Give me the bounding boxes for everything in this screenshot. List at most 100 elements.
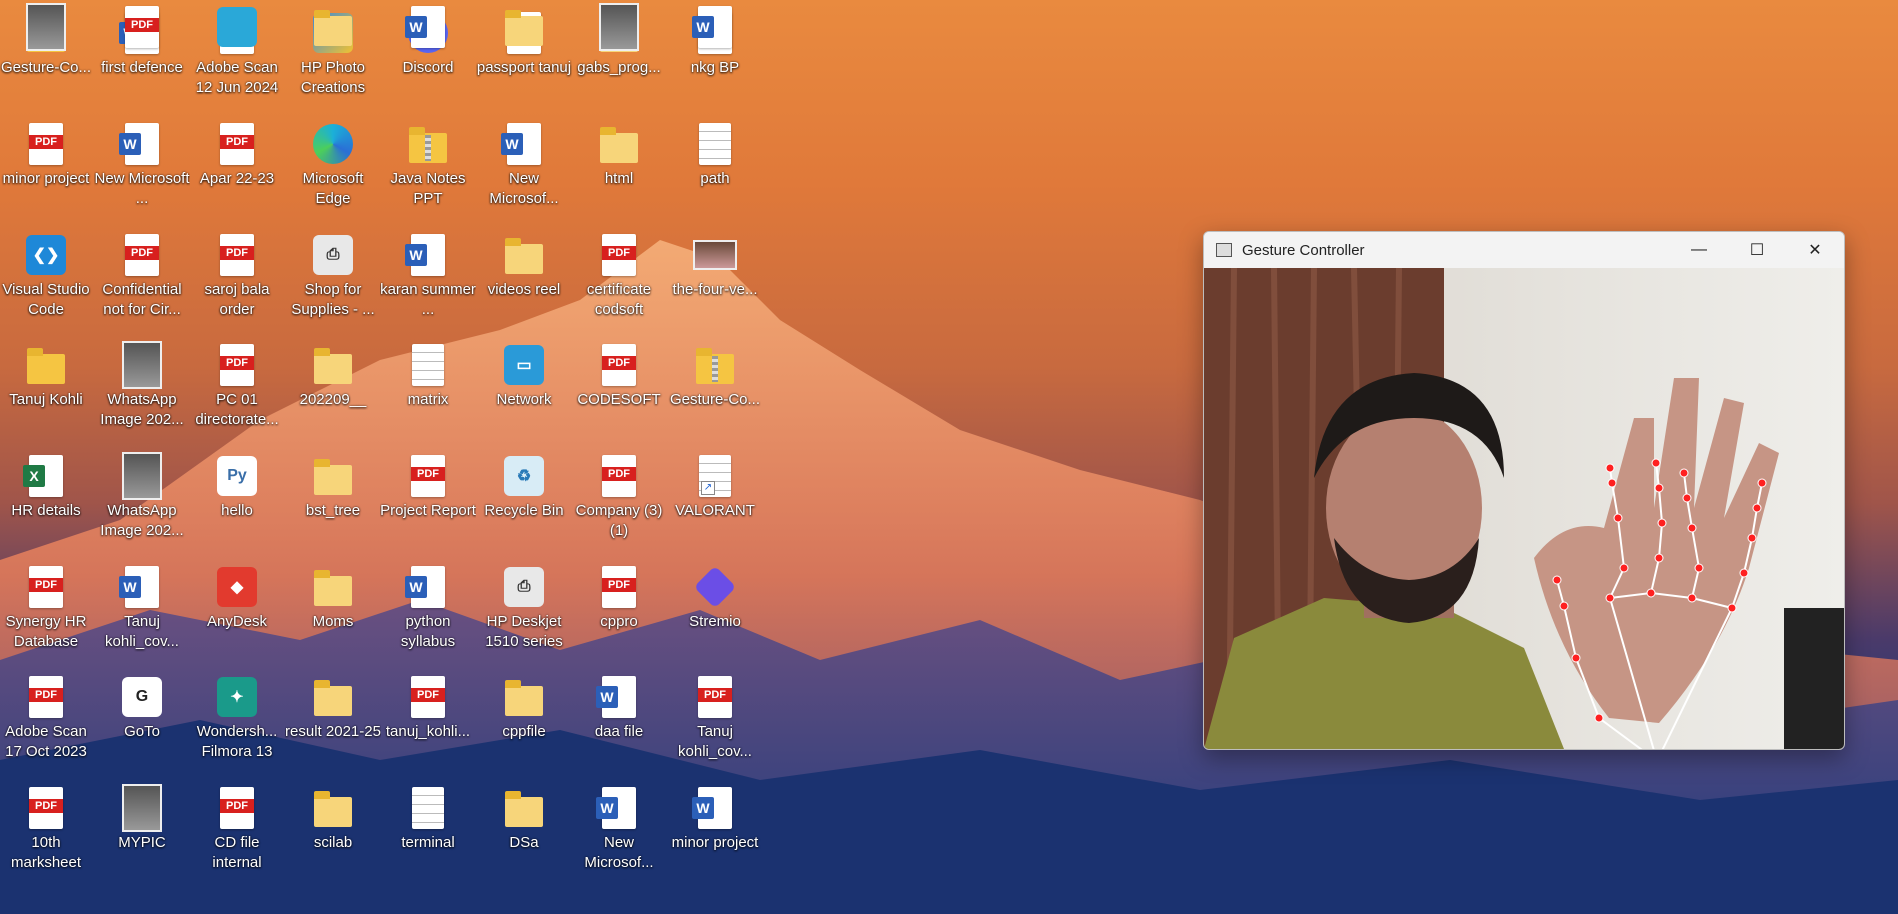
- desktop-icon-result-2021-25[interactable]: result 2021-25: [285, 670, 381, 776]
- desktop-icon-label: GoTo: [124, 723, 160, 740]
- desktop-icon-stremio[interactable]: Stremio: [669, 560, 761, 666]
- desktop-icon-pc-01-directorate[interactable]: PDF PC 01 directorate...: [191, 338, 283, 444]
- word-document-icon: W: [119, 564, 165, 610]
- desktop-icon-tanuj-kohli-cov[interactable]: W Tanuj kohli_cov...: [96, 560, 188, 666]
- hand-landmark-point: [1651, 458, 1661, 468]
- desktop-icon-microsoft-edge[interactable]: Microsoft Edge: [287, 117, 379, 223]
- desktop-icon-visual-studio-code[interactable]: ❮❯ Visual Studio Code: [0, 228, 92, 334]
- folder-icon: [501, 785, 547, 831]
- desktop-icon-saroj-bala-order[interactable]: PDF saroj bala order: [191, 228, 283, 334]
- desktop-icon-gesture-co[interactable]: Gesture-Co...: [669, 338, 761, 444]
- desktop-icon-anydesk[interactable]: ◆ AnyDesk: [191, 560, 283, 666]
- desktop-icon-certificate-codsoft[interactable]: PDF certificate codsoft: [573, 228, 665, 334]
- desktop-icon-videos-reel[interactable]: videos reel: [478, 228, 570, 334]
- desktop-icon-label: Apar 22-23: [199, 170, 275, 187]
- desktop-icon-scilab[interactable]: scilab: [287, 781, 379, 887]
- desktop-icon-item-70[interactable]: [573, 0, 665, 106]
- desktop-icon-tanuj-kohli-cov[interactable]: PDF Tanuj kohli_cov...: [669, 670, 761, 776]
- text-file-icon: [405, 342, 451, 388]
- desktop-icon-new-microsoft[interactable]: W New Microsoft ...: [94, 117, 190, 223]
- hand-landmark-point: [1679, 468, 1689, 478]
- desktop-icon-wondersh-filmora-13[interactable]: ✦ Wondersh... Filmora 13: [191, 670, 283, 776]
- zip-folder-icon: [405, 121, 451, 167]
- desktop-icon-202209[interactable]: 202209__: [287, 338, 379, 444]
- text-file-icon: [405, 785, 451, 831]
- vscode-icon: ❮❯: [23, 232, 69, 278]
- desktop-icon-item-65[interactable]: PDF: [96, 0, 188, 106]
- desktop-icon-bst-tree[interactable]: bst_tree: [287, 449, 379, 555]
- desktop-icon-tanuj-kohli[interactable]: Tanuj Kohli: [0, 338, 92, 444]
- desktop-icon-label: matrix: [407, 391, 449, 408]
- desktop-icon-company-3-1[interactable]: PDF Company (3) (1): [573, 449, 665, 555]
- desktop-icon-label: minor project: [671, 834, 759, 851]
- desktop-icon-minor-project[interactable]: Wminor project: [669, 781, 761, 887]
- desktop-icon-item-68[interactable]: W: [382, 0, 474, 106]
- pdf-file-icon: PDF: [214, 342, 260, 388]
- desktop-icon-label: hello: [221, 502, 253, 519]
- pdf-file-icon: PDF: [119, 232, 165, 278]
- desktop-icon-dsa[interactable]: DSa: [478, 781, 570, 887]
- image-file-icon: [692, 232, 738, 278]
- desktop-icon-label: VALORANT: [675, 502, 755, 519]
- desktop-icon-whatsapp-image-202[interactable]: WhatsApp Image 202...: [96, 338, 188, 444]
- desktop-icon-codesoft[interactable]: PDF CODESOFT: [573, 338, 665, 444]
- pdf-file-icon: PDF: [23, 564, 69, 610]
- desktop-icon-karan-summer[interactable]: Wkaran summer ...: [380, 228, 476, 334]
- desktop-icon-goto[interactable]: G GoTo: [96, 670, 188, 776]
- stremio-icon: [692, 564, 738, 610]
- desktop-icon-daa-file[interactable]: Wdaa file: [573, 670, 665, 776]
- folder-icon: [310, 785, 356, 831]
- desktop-icon-label: New Microsoft ...: [94, 170, 190, 207]
- desktop-icon-cppro[interactable]: PDF cppro: [573, 560, 665, 666]
- desktop-icon-python-syllabus[interactable]: Wpython syllabus: [382, 560, 474, 666]
- desktop-icon-tanuj-kohli[interactable]: PDF tanuj_kohli...: [382, 670, 474, 776]
- desktop-icon-moms[interactable]: Moms: [287, 560, 379, 666]
- close-button[interactable]: ✕: [1786, 232, 1844, 268]
- desktop-icon-label: scilab: [313, 834, 353, 851]
- gesture-controller-window[interactable]: Gesture Controller — ☐ ✕: [1203, 231, 1845, 750]
- desktop-icon-apar-22-23[interactable]: PDF Apar 22-23: [191, 117, 283, 223]
- desktop-icon-shop-for-supplies[interactable]: ⎙ Shop for Supplies - ...: [287, 228, 379, 334]
- word-document-icon: W: [596, 674, 642, 720]
- desktop-icon-item-69[interactable]: [478, 0, 570, 106]
- desktop-icon-synergy-hr-database[interactable]: PDF Synergy HR Database: [0, 560, 92, 666]
- desktop-icon-network[interactable]: ▭ Network: [478, 338, 570, 444]
- desktop-icon-confidential-not-for-cir[interactable]: PDF Confidential not for Cir...: [96, 228, 188, 334]
- desktop-icon-item-67[interactable]: [287, 0, 379, 106]
- desktop-icon-cppfile[interactable]: cppfile: [478, 670, 570, 776]
- desktop-icon-project-report[interactable]: PDF Project Report: [380, 449, 476, 555]
- desktop-icon-html[interactable]: html: [573, 117, 665, 223]
- desktop-icon-valorant[interactable]: ↗ VALORANT: [669, 449, 761, 555]
- desktop-icon-hr-details[interactable]: X HR details: [0, 449, 92, 555]
- desktop-icon-the-four-ve[interactable]: the-four-ve...: [669, 228, 761, 334]
- desktop-icon-hello[interactable]: Py hello: [191, 449, 283, 555]
- desktop-icon-item-71[interactable]: W: [669, 0, 761, 106]
- minimize-button[interactable]: —: [1670, 232, 1728, 268]
- desktop-icon-path[interactable]: path: [669, 117, 761, 223]
- filmora-icon: ✦: [214, 674, 260, 720]
- desktop-icon-java-notes-ppt[interactable]: Java Notes PPT: [382, 117, 474, 223]
- desktop-icon-10th-marksheet[interactable]: PDF 10th marksheet: [0, 781, 92, 887]
- pdf-file-icon: PDF: [405, 674, 451, 720]
- photo-file-icon: [596, 3, 642, 51]
- maximize-button[interactable]: ☐: [1728, 232, 1786, 268]
- desktop-icon-label: DSa: [509, 834, 539, 851]
- desktop-icon-whatsapp-image-202[interactable]: WhatsApp Image 202...: [96, 449, 188, 555]
- desktop-icon-mypic[interactable]: MYPIC: [96, 781, 188, 887]
- desktop-icon-new-microsof[interactable]: W New Microsof...: [478, 117, 570, 223]
- window-titlebar[interactable]: Gesture Controller — ☐ ✕: [1204, 232, 1844, 268]
- desktop-icon-new-microsof[interactable]: W New Microsof...: [573, 781, 665, 887]
- desktop-icon-hp-deskjet-1510-series[interactable]: ⎙ HP Deskjet 1510 series: [478, 560, 570, 666]
- desktop-icon-terminal[interactable]: terminal: [382, 781, 474, 887]
- desktop-icon-minor-project[interactable]: PDF minor project: [0, 117, 92, 223]
- desktop-icon-label: Tanuj kohli_cov...: [678, 723, 752, 760]
- word-document-icon: W: [501, 121, 547, 167]
- hand-landmark-point: [1739, 568, 1749, 578]
- desktop-icon-item-64[interactable]: [0, 0, 92, 106]
- desktop-icon-recycle-bin[interactable]: ♻ Recycle Bin: [478, 449, 570, 555]
- hand-landmark-point: [1605, 593, 1615, 603]
- desktop-icon-matrix[interactable]: matrix: [382, 338, 474, 444]
- desktop-icon-cd-file-internal[interactable]: PDF CD file internal: [191, 781, 283, 887]
- desktop-icon-adobe-scan-17-oct-2023[interactable]: PDF Adobe Scan 17 Oct 2023: [0, 670, 92, 776]
- desktop-icon-item-66[interactable]: [191, 0, 283, 106]
